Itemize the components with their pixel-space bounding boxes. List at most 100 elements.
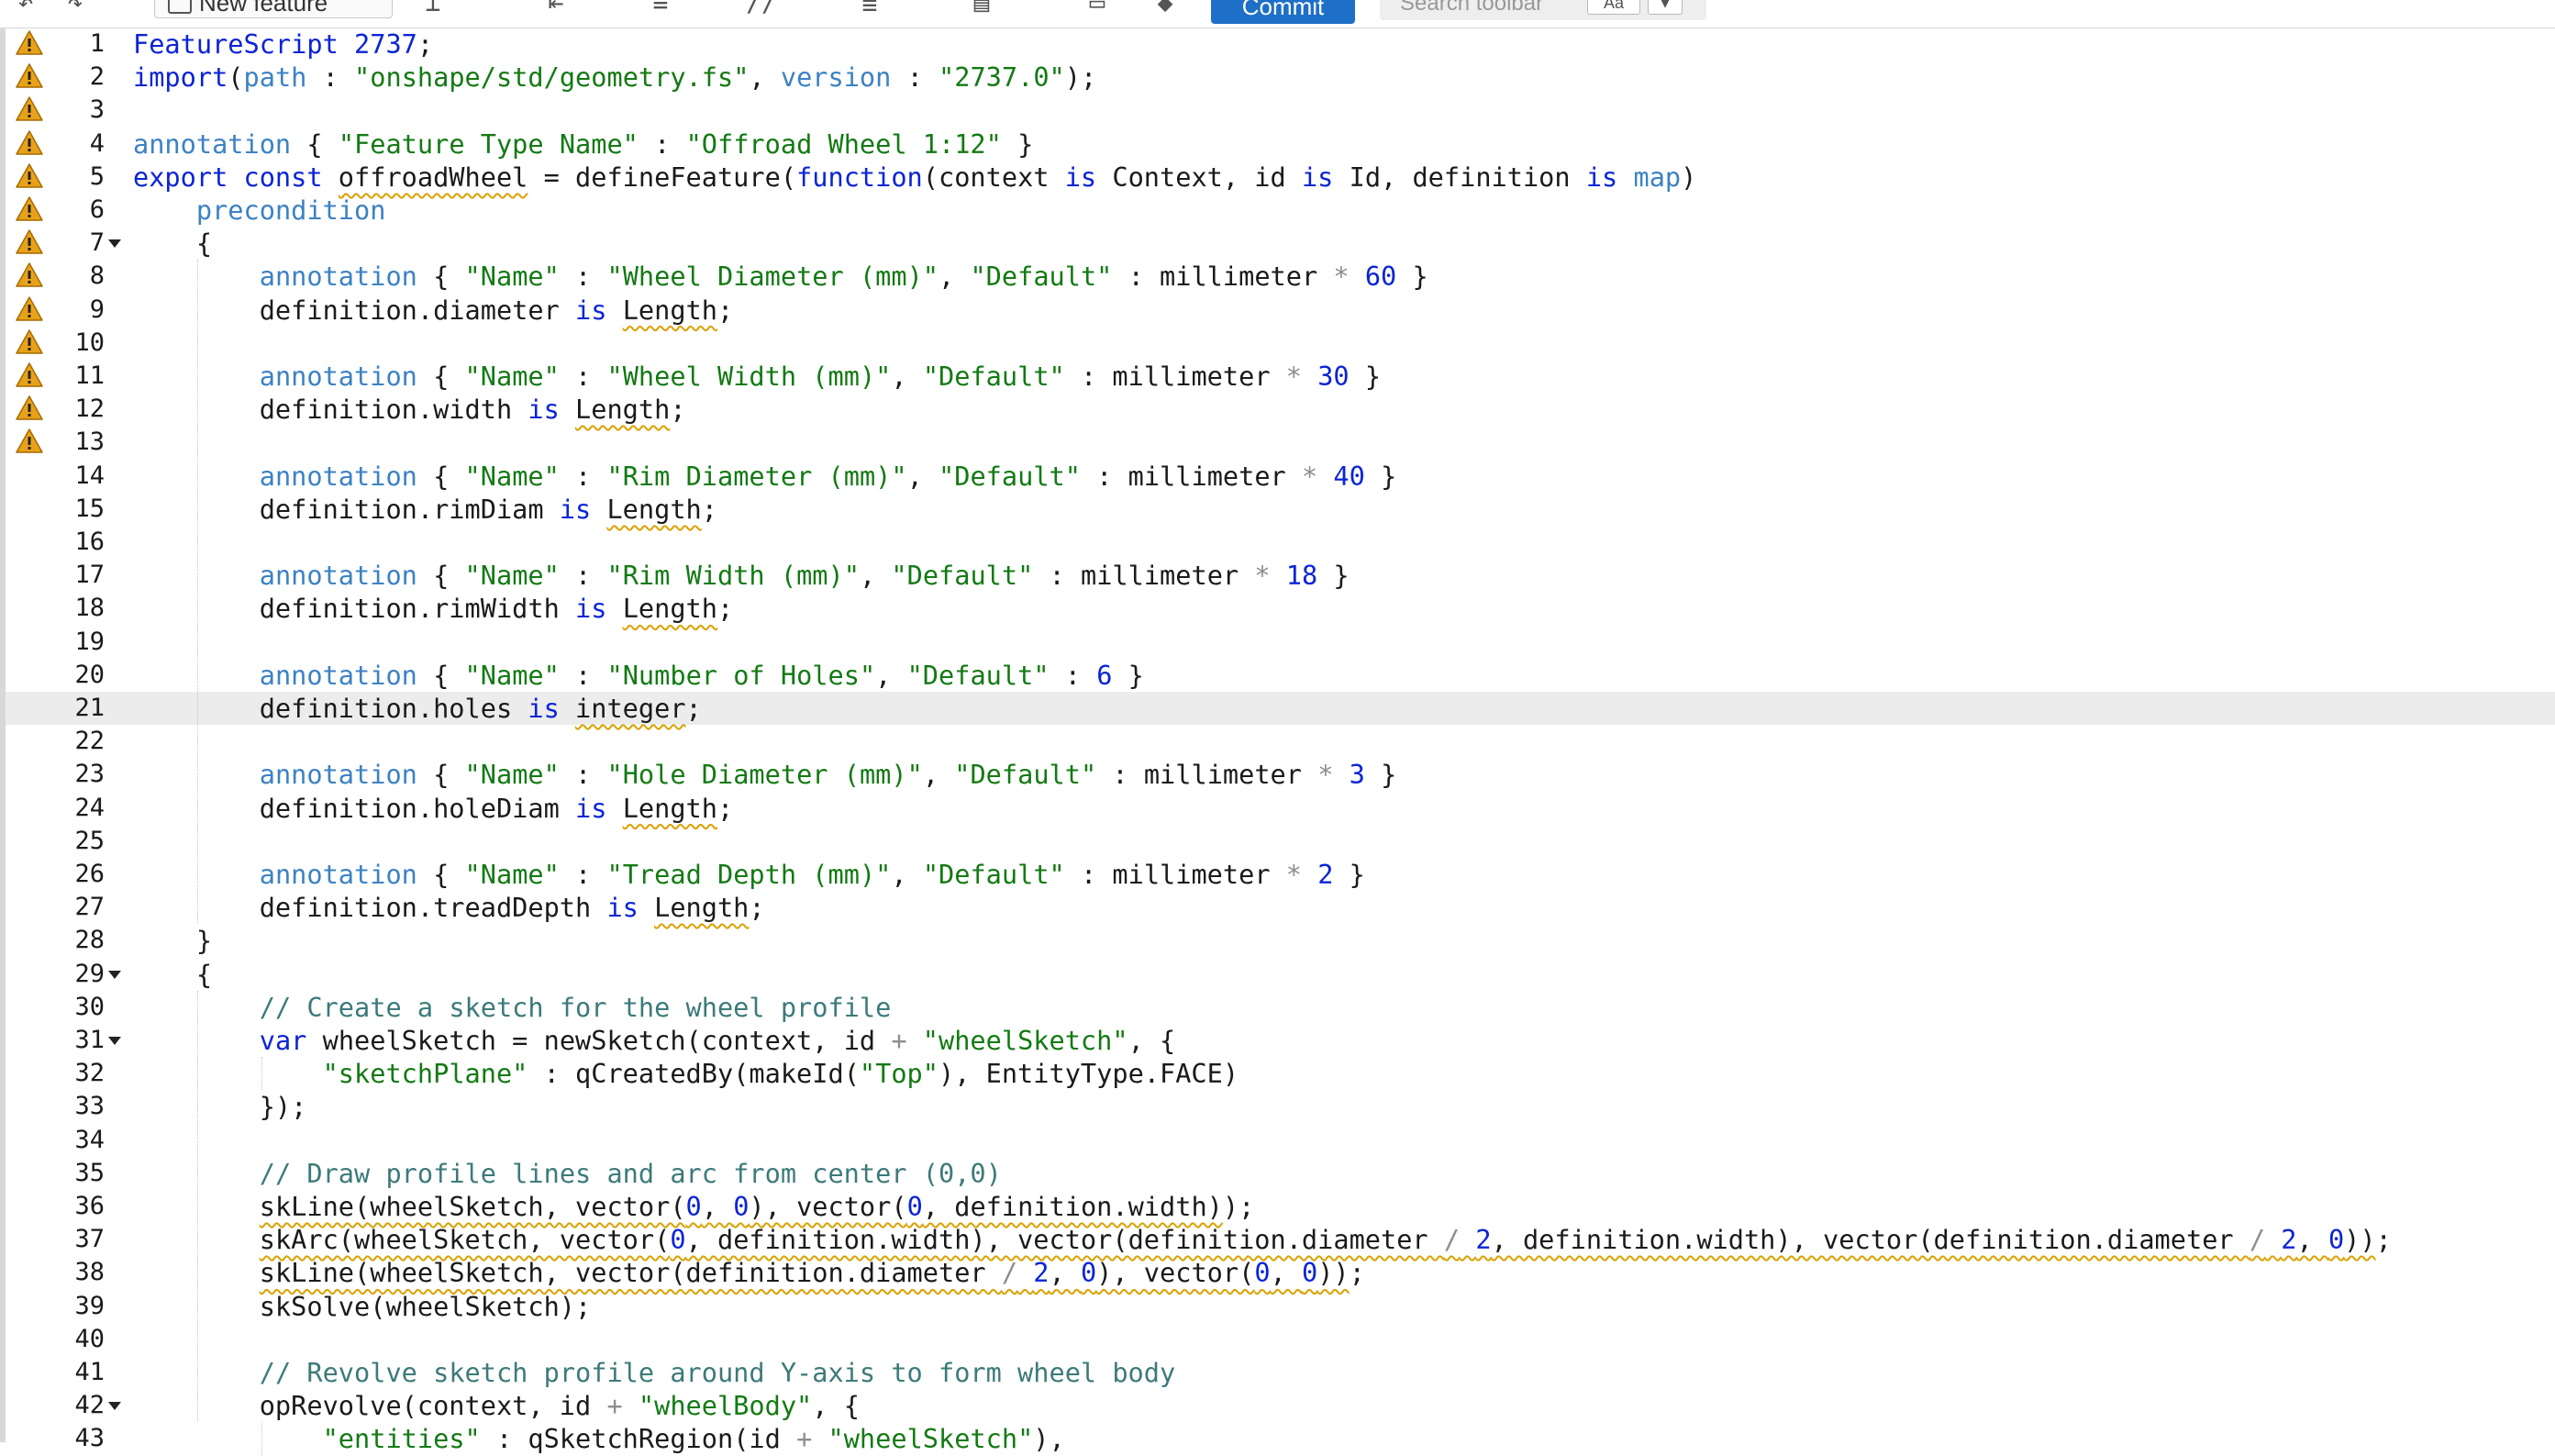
warning-icon[interactable] (15, 162, 44, 190)
code-token: is (1585, 161, 1618, 193)
code-line[interactable]: 25 (6, 825, 2555, 858)
code-line[interactable]: 31 var wheelSketch = newSketch(context, … (6, 1024, 2555, 1057)
doc-icon[interactable]: ▭ (1079, 0, 1116, 18)
code-line[interactable]: 20 annotation { "Name" : "Number of Hole… (6, 659, 2555, 692)
search-options-dropdown[interactable]: ▾ (1648, 0, 1683, 15)
code-line[interactable]: 32 "sketchPlane" : qCreatedBy(makeId("To… (6, 1057, 2555, 1090)
code-line[interactable]: 1 FeatureScript 2737; (6, 28, 2555, 61)
code-token: 30 (1317, 361, 1350, 392)
warning-icon[interactable] (15, 62, 44, 90)
code-token: var (259, 1025, 307, 1056)
code-line[interactable]: 3 (6, 94, 2555, 127)
code-token: // Revolve sketch profile around Y-axis … (259, 1357, 1176, 1388)
code-line[interactable]: 11 annotation { "Name" : "Wheel Width (m… (6, 360, 2555, 393)
code-token: "Wheel Width (mm)" (606, 361, 892, 392)
code-line[interactable]: 19 (6, 626, 2555, 659)
code-line[interactable]: 37 skArc(wheelSketch, vector(0, definiti… (6, 1223, 2555, 1256)
code-editor[interactable]: 1 FeatureScript 2737; 2 import(path : "onsh… (0, 28, 2555, 1456)
commit-button[interactable]: Commit (1211, 0, 1355, 24)
code-line[interactable]: 39 skSolve(wheelSketch); (6, 1290, 2555, 1323)
code-line[interactable]: 7 { (6, 227, 2555, 260)
outdent-icon[interactable]: ⇤ (538, 0, 574, 18)
code-line[interactable]: 10 (6, 327, 2555, 360)
redo-icon[interactable]: ↷ (57, 0, 94, 18)
code-token: ; (717, 593, 734, 625)
code-token: { (417, 859, 465, 890)
code-token: { (417, 659, 465, 691)
line-number: 37 (74, 1225, 105, 1254)
code-line[interactable]: 22 (6, 725, 2555, 758)
code-line[interactable]: 26 annotation { "Name" : "Tread Depth (m… (6, 858, 2555, 891)
code-line[interactable]: 24 definition.holeDiam is Length; (6, 792, 2555, 825)
code-line[interactable]: 36 skLine(wheelSketch, vector(0, 0), vec… (6, 1190, 2555, 1223)
format-icon[interactable]: ≡ (642, 0, 679, 18)
code-line[interactable]: 13 (6, 426, 2555, 459)
code-line[interactable]: 9 definition.diameter is Length; (6, 294, 2555, 327)
align-icon[interactable]: ≣ (851, 0, 888, 18)
warning-icon[interactable] (15, 361, 44, 389)
code-line[interactable]: 5 export const offroadWheel = defineFeatu… (6, 161, 2555, 194)
code-line[interactable]: 27 definition.treadDepth is Length; (6, 891, 2555, 924)
code-token: : millimeter (1033, 560, 1255, 592)
code-line[interactable]: 23 annotation { "Name" : "Hole Diameter … (6, 758, 2555, 791)
code-line[interactable]: 2 import(path : "onshape/std/geometry.fs"… (6, 61, 2555, 94)
undo-icon[interactable]: ↶ (7, 0, 44, 18)
code-line[interactable]: 8 annotation { "Name" : "Wheel Diameter … (6, 260, 2555, 293)
code-line[interactable]: 15 definition.rimDiam is Length; (6, 493, 2555, 526)
code-text: definition.holes is integer; (133, 692, 702, 725)
comment-icon[interactable]: // (743, 0, 780, 18)
warning-icon[interactable] (15, 129, 44, 157)
code-line[interactable]: 30 // Create a sketch for the wheel prof… (6, 991, 2555, 1024)
code-text: export const offroadWheel = defineFeatur… (133, 161, 1696, 194)
warning-icon[interactable] (15, 428, 44, 455)
code-text: skLine(wheelSketch, vector(definition.di… (133, 1256, 1365, 1289)
code-line[interactable]: 43 "entities" : qSketchRegion(id + "whee… (6, 1422, 2555, 1455)
code-line[interactable]: 38 skLine(wheelSketch, vector(definition… (6, 1256, 2555, 1289)
code-token: ), EntityType.FACE) (938, 1058, 1239, 1090)
code-token: 2737 (354, 28, 417, 60)
code-line[interactable]: 29 { (6, 958, 2555, 991)
warning-icon[interactable] (15, 295, 44, 323)
code-line[interactable]: 41 // Revolve sketch profile around Y-ax… (6, 1356, 2555, 1389)
code-line[interactable]: 18 definition.rimWidth is Length; (6, 592, 2555, 625)
insert-icon[interactable]: ⊥ (415, 0, 451, 18)
code-line[interactable]: 42 opRevolve(context, id + "wheelBody", … (6, 1389, 2555, 1422)
fold-arrow-icon[interactable] (108, 1402, 121, 1411)
new-feature-button[interactable]: New feature (154, 0, 393, 18)
code-line[interactable]: 17 annotation { "Name" : "Rim Width (mm)… (6, 559, 2555, 592)
match-case-toggle[interactable]: Aa (1587, 0, 1640, 15)
warning-icon[interactable] (15, 29, 44, 57)
code-token: ), (1033, 1423, 1065, 1455)
warning-icon[interactable] (15, 195, 44, 223)
toolbar-search-input[interactable]: Search toolbar Aa ▾ (1380, 0, 1706, 20)
code-line[interactable]: 35 // Draw profile lines and arc from ce… (6, 1157, 2555, 1190)
code-line[interactable]: 21 definition.holes is integer; (6, 692, 2555, 725)
pin-icon[interactable]: ◆ (1147, 0, 1183, 18)
code-line[interactable]: 16 (6, 526, 2555, 559)
fold-arrow-icon[interactable] (108, 1037, 121, 1045)
code-line[interactable]: 33 }); (6, 1090, 2555, 1123)
fold-arrow-icon[interactable] (108, 239, 121, 249)
code-line[interactable]: 34 (6, 1124, 2555, 1157)
warning-icon[interactable] (15, 95, 44, 123)
code-token: "2737.0" (939, 61, 1065, 94)
code-line[interactable]: 14 annotation { "Name" : "Rim Diameter (… (6, 460, 2555, 493)
fold-arrow-icon[interactable] (108, 970, 121, 979)
code-token: : (559, 759, 607, 791)
code-line[interactable]: 4 annotation { "Feature Type Name" : "Off… (6, 128, 2555, 161)
warning-icon[interactable] (15, 328, 44, 356)
stack-icon[interactable]: ▤ (963, 0, 1000, 18)
code-line[interactable]: 28 } (6, 924, 2555, 957)
warning-icon[interactable] (15, 395, 44, 422)
code-token: : millimeter (1080, 460, 1302, 492)
code-line[interactable]: 40 (6, 1323, 2555, 1356)
code-token: "wheelBody" (638, 1390, 813, 1422)
warning-icon[interactable] (15, 261, 44, 289)
code-line[interactable]: 6 precondition (6, 194, 2555, 227)
code-line[interactable]: 12 definition.width is Length; (6, 393, 2555, 426)
line-number: 32 (74, 1059, 105, 1088)
warning-icon[interactable] (15, 228, 44, 256)
